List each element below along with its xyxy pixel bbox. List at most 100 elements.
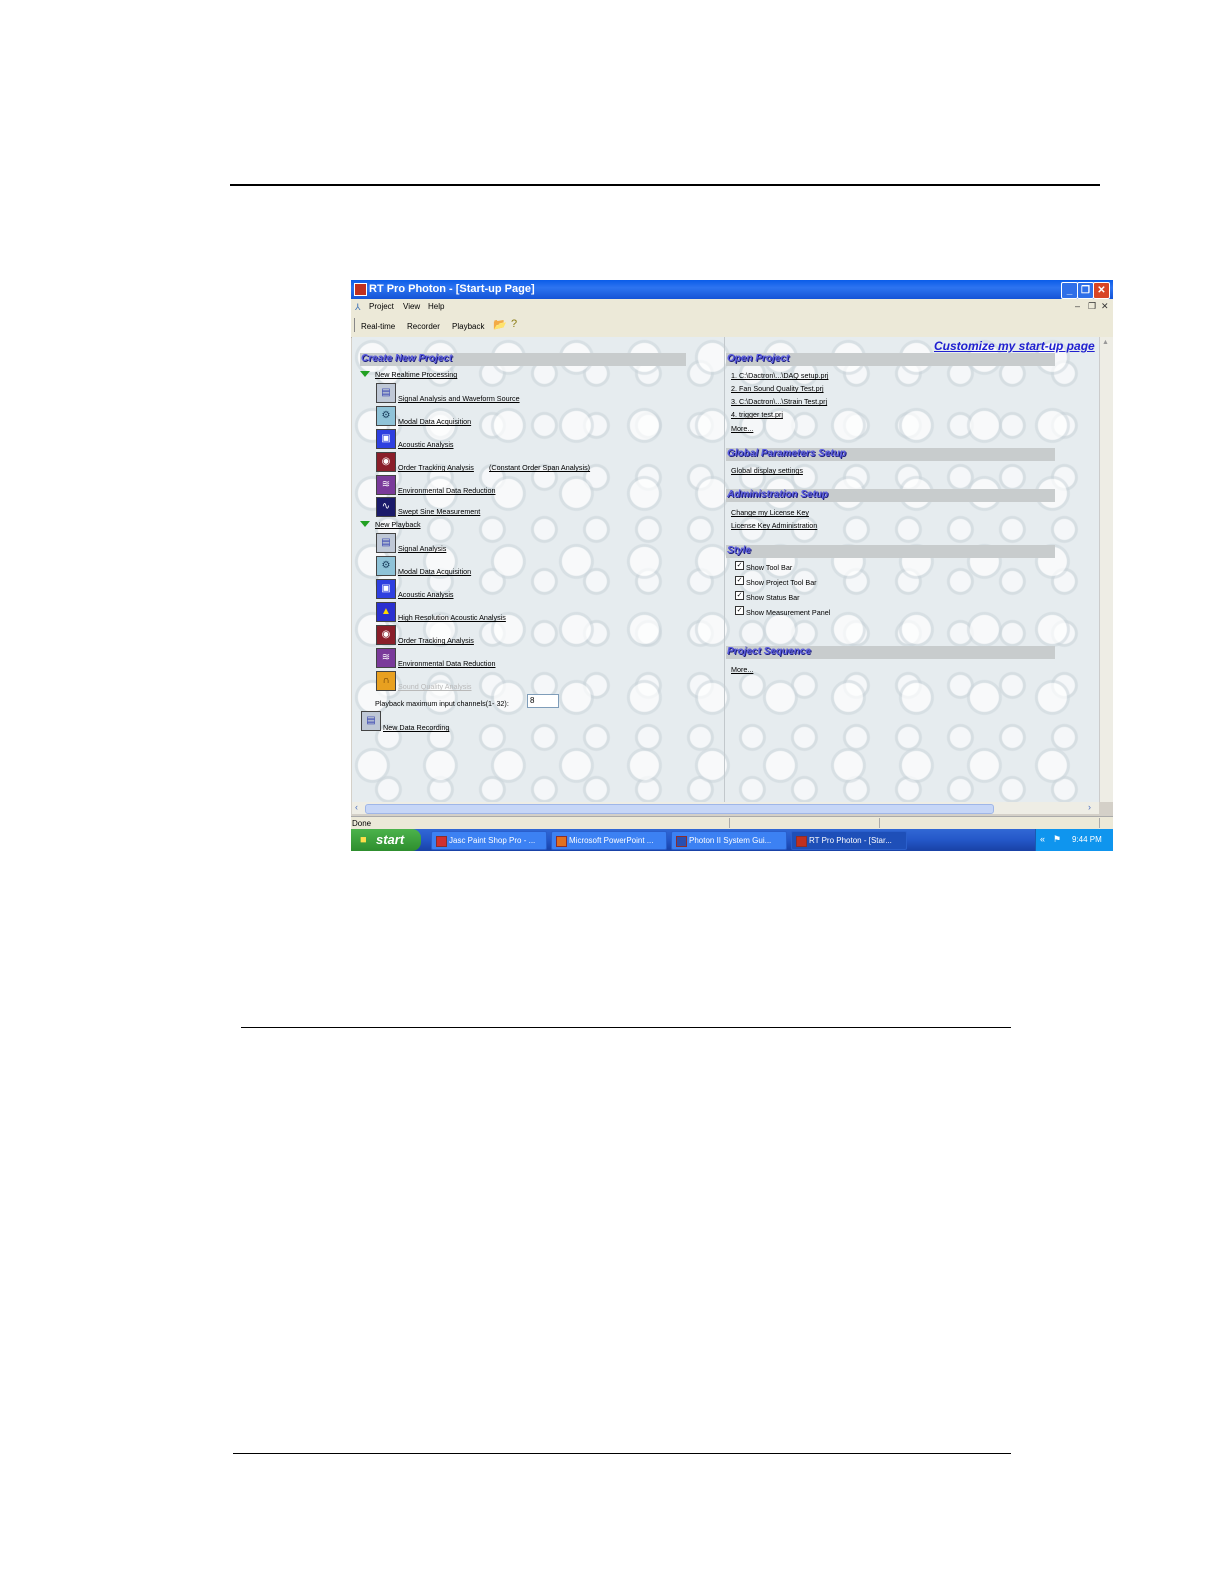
- rt-order-tracking-link[interactable]: Order Tracking Analysis: [398, 463, 474, 472]
- scroll-left-icon[interactable]: ‹: [355, 802, 358, 812]
- show-project-tool-bar-checkbox[interactable]: ✓: [735, 576, 744, 585]
- project-sequence-more-link[interactable]: More...: [731, 665, 753, 674]
- customize-startup-link[interactable]: Customize my start-up page: [934, 339, 1095, 353]
- app-window: RT Pro Photon - [Start-up Page] _ ❐ ✕ ⅄ …: [351, 280, 1113, 851]
- column-divider: [724, 337, 725, 802]
- order-tracking-icon[interactable]: ◉: [376, 625, 396, 645]
- max-channels-input[interactable]: 8: [527, 694, 559, 708]
- status-pane: [729, 818, 730, 828]
- show-measurement-panel-checkbox[interactable]: ✓: [735, 606, 744, 615]
- menu-project[interactable]: Project: [369, 302, 394, 311]
- change-license-key-link[interactable]: Change my License Key: [731, 508, 809, 517]
- toolbar-grip[interactable]: [354, 318, 357, 332]
- scroll-up-icon[interactable]: ▲: [1102, 339, 1109, 346]
- show-tool-bar-label: Show Tool Bar: [746, 563, 793, 572]
- app-icon: [354, 283, 367, 296]
- project-sequence-title: Project Sequence: [727, 646, 811, 657]
- recent-project-3[interactable]: 3. C:\Dactron\...\Strain Test.prj: [731, 397, 827, 406]
- help-icon[interactable]: ?: [511, 318, 517, 330]
- status-pane: [879, 818, 880, 828]
- pb-hires-acoustic-link[interactable]: High Resolution Acoustic Analysis: [398, 613, 506, 622]
- pb-order-tracking-link[interactable]: Order Tracking Analysis: [398, 636, 474, 645]
- minimize-button[interactable]: _: [1061, 282, 1078, 299]
- page-rule-middle: [241, 1027, 1011, 1028]
- vertical-scrollbar[interactable]: ▲: [1099, 337, 1113, 802]
- mdi-minimize-icon[interactable]: –: [1075, 301, 1080, 311]
- show-tool-bar-checkbox[interactable]: ✓: [735, 561, 744, 570]
- document-icon: ⅄: [355, 302, 361, 312]
- start-button[interactable]: ■ start: [351, 829, 421, 851]
- task-paint-shop-pro[interactable]: Jasc Paint Shop Pro - ...: [431, 831, 547, 850]
- acoustic-icon[interactable]: ▣: [376, 429, 396, 449]
- rt-acoustic-link[interactable]: Acoustic Analysis: [398, 440, 454, 449]
- rt-signal-analysis-link[interactable]: Signal Analysis and Waveform Source: [398, 394, 520, 403]
- horizontal-scrollbar[interactable]: ‹ ›: [352, 802, 1099, 814]
- clock[interactable]: 9:44 PM: [1072, 835, 1102, 844]
- startup-page: Customize my start-up page Create New Pr…: [352, 337, 1099, 802]
- pb-signal-analysis-link[interactable]: Signal Analysis: [398, 544, 446, 553]
- show-measurement-panel-label: Show Measurement Panel: [746, 608, 831, 617]
- global-display-settings-link[interactable]: Global display settings: [731, 466, 803, 475]
- environmental-icon[interactable]: ≋: [376, 475, 396, 495]
- hires-acoustic-icon[interactable]: ▲: [376, 602, 396, 622]
- recent-project-2[interactable]: 2. Fan Sound Quality Test.prj: [731, 384, 824, 393]
- menu-view[interactable]: View: [403, 302, 420, 311]
- powerpoint-icon: [556, 836, 567, 847]
- environmental-icon[interactable]: ≋: [376, 648, 396, 668]
- rt-swept-sine-link[interactable]: Swept Sine Measurement: [398, 507, 480, 516]
- menu-help[interactable]: Help: [428, 302, 444, 311]
- expand-triangle-icon[interactable]: [360, 371, 370, 377]
- acoustic-icon[interactable]: ▣: [376, 579, 396, 599]
- open-project-more-link[interactable]: More...: [731, 424, 753, 433]
- swept-sine-icon[interactable]: ∿: [376, 497, 396, 517]
- pb-environmental-link[interactable]: Environmental Data Reduction: [398, 659, 495, 668]
- horizontal-scroll-thumb[interactable]: [365, 804, 994, 814]
- mdi-restore-icon[interactable]: ❐: [1088, 301, 1096, 312]
- rt-modal-link[interactable]: Modal Data Acquisition: [398, 417, 471, 426]
- status-text: Done: [352, 819, 372, 828]
- signal-analysis-icon[interactable]: ▤: [376, 383, 396, 403]
- task-powerpoint[interactable]: Microsoft PowerPoint ...: [551, 831, 667, 850]
- toolbar: Real-time Recorder Playback 📂 ?: [351, 314, 1113, 338]
- rt-environmental-link[interactable]: Environmental Data Reduction: [398, 486, 495, 495]
- modal-icon[interactable]: ⚙: [376, 556, 396, 576]
- new-realtime-link[interactable]: New Realtime Processing: [375, 370, 457, 379]
- license-key-admin-link[interactable]: License Key Administration: [731, 521, 817, 530]
- menu-bar: ⅄ Project View Help – ❐ ✕: [351, 299, 1113, 314]
- task-photon-guide[interactable]: Photon II System Gui...: [671, 831, 787, 850]
- toolbar-recorder[interactable]: Recorder: [407, 322, 440, 331]
- recording-icon[interactable]: ▤: [361, 711, 381, 731]
- max-channels-label: Playback maximum input channels(1- 32):: [375, 699, 509, 708]
- toolbar-realtime[interactable]: Real-time: [361, 322, 395, 331]
- scroll-right-icon[interactable]: ›: [1088, 802, 1091, 812]
- status-pane: [1099, 818, 1100, 828]
- toolbar-playback[interactable]: Playback: [452, 322, 484, 331]
- order-tracking-icon[interactable]: ◉: [376, 452, 396, 472]
- headphones-icon: ∩: [376, 671, 396, 691]
- restore-button[interactable]: ❐: [1077, 282, 1094, 299]
- task-rt-pro-photon[interactable]: RT Pro Photon - [Star...: [791, 831, 907, 850]
- close-button[interactable]: ✕: [1093, 282, 1110, 299]
- window-title: RT Pro Photon - [Start-up Page]: [369, 283, 535, 295]
- mdi-close-icon[interactable]: ✕: [1101, 301, 1109, 312]
- new-playback-link[interactable]: New Playback: [375, 520, 421, 529]
- title-bar[interactable]: RT Pro Photon - [Start-up Page] _ ❐ ✕: [351, 280, 1113, 299]
- show-status-bar-checkbox[interactable]: ✓: [735, 591, 744, 600]
- modal-icon[interactable]: ⚙: [376, 406, 396, 426]
- taskbar: ■ start Jasc Paint Shop Pro - ... Micros…: [351, 829, 1113, 851]
- open-project-title: Open Project: [727, 353, 790, 364]
- pb-acoustic-link[interactable]: Acoustic Analysis: [398, 590, 454, 599]
- signal-analysis-icon[interactable]: ▤: [376, 533, 396, 553]
- page-rule-top: [230, 184, 1100, 186]
- expand-triangle-icon[interactable]: [360, 521, 370, 527]
- rt-constant-order-span-link[interactable]: (Constant Order Span Analysis): [489, 463, 590, 472]
- recent-project-1[interactable]: 1. C:\Dactron\...\DAQ setup.prj: [731, 371, 828, 380]
- network-icon[interactable]: ⚑: [1053, 834, 1061, 845]
- recent-project-4[interactable]: 4. trigger test.prj: [731, 410, 783, 419]
- pb-modal-link[interactable]: Modal Data Acquisition: [398, 567, 471, 576]
- new-data-recording-link[interactable]: New Data Recording: [383, 723, 449, 732]
- tray-expand-icon[interactable]: «: [1040, 834, 1045, 844]
- open-folder-icon[interactable]: 📂: [493, 318, 507, 331]
- admin-setup-title: Administration Setup: [727, 489, 829, 500]
- word-document-icon: [676, 836, 687, 847]
